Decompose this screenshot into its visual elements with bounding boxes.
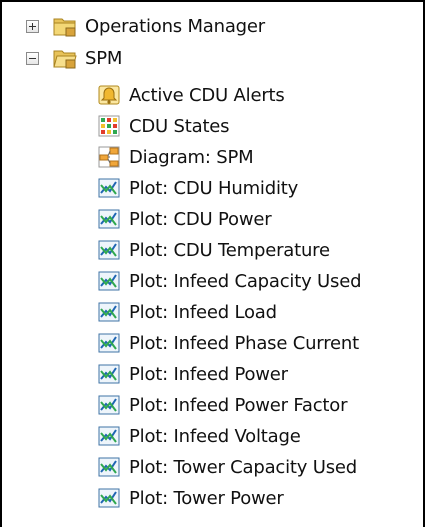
tree-item-plot-infeed-capacity-used[interactable]: Plot: Infeed Capacity Used (97, 266, 362, 296)
monitoring-tree-panel: Operations Manager SPM Active CDU Alerts… (0, 0, 425, 527)
plot-icon (98, 209, 120, 229)
plot-icon (98, 240, 120, 260)
plot-icon (98, 302, 120, 322)
expand-toggle-icon[interactable] (26, 19, 39, 33)
tree-item-label: Operations Manager (85, 15, 265, 37)
tree-item-label: Plot: Tower Capacity Used (129, 456, 358, 478)
tree-item-label: Plot: Infeed Power Factor (129, 394, 348, 416)
tree-item-label: SPM (85, 47, 123, 69)
tree-item-plot-cdu-power[interactable]: Plot: CDU Power (97, 204, 272, 234)
tree-item-cdu-states[interactable]: CDU States (97, 111, 230, 141)
tree-item-label: Plot: CDU Power (129, 208, 272, 230)
tree-item-label: Plot: CDU Temperature (129, 239, 330, 261)
tree-item-plot-infeed-power[interactable]: Plot: Infeed Power (97, 359, 288, 389)
tree-item-plot-cdu-humidity[interactable]: Plot: CDU Humidity (97, 173, 298, 203)
plot-icon (98, 178, 120, 198)
collapse-toggle-icon[interactable] (26, 51, 39, 65)
tree-item-label: Active CDU Alerts (129, 84, 285, 106)
tree-item-label: Plot: CDU Humidity (129, 177, 299, 199)
tree-item-plot-tower-capacity-used[interactable]: Plot: Tower Capacity Used (97, 452, 357, 482)
diagram-icon (98, 146, 120, 168)
tree-item-diagram-spm[interactable]: Diagram: SPM (97, 142, 254, 172)
plot-icon (98, 333, 120, 353)
tree-item-label: CDU States (129, 115, 230, 137)
tree-item-plot-infeed-phase-current[interactable]: Plot: Infeed Phase Current (97, 328, 359, 358)
tree-item-label: Plot: Infeed Load (129, 301, 277, 323)
tree-item-label: Plot: Infeed Power (129, 363, 288, 385)
tree-item-operations-manager[interactable]: Operations Manager (26, 11, 265, 41)
state-grid-icon (98, 115, 120, 137)
tree-item-plot-infeed-voltage[interactable]: Plot: Infeed Voltage (97, 421, 301, 451)
tree-item-label: Plot: Infeed Voltage (129, 425, 301, 447)
tree-item-label: Plot: Infeed Phase Current (129, 332, 359, 354)
tree-item-label: Plot: Tower Power (129, 487, 284, 509)
tree-item-plot-tower-power[interactable]: Plot: Tower Power (97, 483, 284, 513)
plot-icon (98, 271, 120, 291)
tree-item-spm[interactable]: SPM (26, 43, 122, 73)
plot-icon (98, 364, 120, 384)
folder-icon (53, 18, 76, 37)
alert-icon (98, 85, 120, 105)
tree-item-active-cdu-alerts[interactable]: Active CDU Alerts (97, 80, 285, 110)
tree-item-plot-infeed-load[interactable]: Plot: Infeed Load (97, 297, 277, 327)
plot-icon (98, 395, 120, 415)
tree-item-plot-cdu-temperature[interactable]: Plot: CDU Temperature (97, 235, 330, 265)
tree-item-label: Diagram: SPM (129, 146, 254, 168)
tree-item-plot-infeed-power-factor[interactable]: Plot: Infeed Power Factor (97, 390, 348, 420)
plot-icon (98, 426, 120, 446)
plot-icon (98, 457, 120, 477)
folder-open-icon (53, 50, 77, 69)
tree-item-label: Plot: Infeed Capacity Used (129, 270, 362, 292)
plot-icon (98, 488, 120, 508)
